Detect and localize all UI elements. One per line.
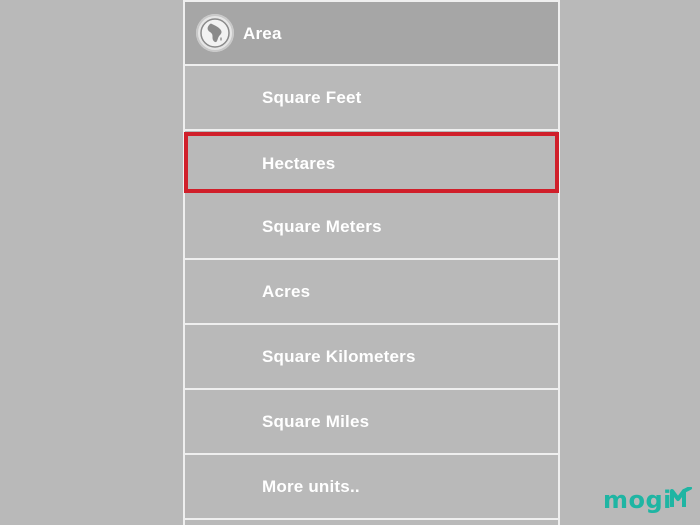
unit-item-label: Square Meters bbox=[262, 217, 382, 236]
unit-item-square-meters[interactable]: Square Meters bbox=[185, 195, 558, 260]
category-title: Area bbox=[243, 24, 282, 43]
unit-item-label: Acres bbox=[262, 282, 311, 301]
unit-item-hectares[interactable]: Hectares bbox=[184, 132, 559, 193]
globe-africa-icon bbox=[196, 14, 234, 52]
category-header[interactable]: Area bbox=[185, 0, 558, 66]
unit-item-label: Square Miles bbox=[262, 412, 370, 431]
unit-list-panel: Area Square Feet Hectares Square Meters … bbox=[183, 0, 560, 525]
unit-item-square-miles[interactable]: Square Miles bbox=[185, 390, 558, 455]
unit-item-acres[interactable]: Acres bbox=[185, 260, 558, 325]
unit-item-more-units[interactable]: More units.. bbox=[185, 455, 558, 520]
unit-item-label: Square Kilometers bbox=[262, 347, 416, 366]
unit-item-label: Hectares bbox=[262, 154, 336, 173]
unit-item-label: More units.. bbox=[262, 477, 360, 496]
unit-item-square-kilometers[interactable]: Square Kilometers bbox=[185, 325, 558, 390]
watermark-logo-icon bbox=[670, 486, 694, 514]
watermark-logo-text: mogi bbox=[603, 486, 672, 514]
unit-item-square-feet[interactable]: Square Feet bbox=[185, 66, 558, 131]
unit-item-label: Square Feet bbox=[262, 88, 362, 107]
